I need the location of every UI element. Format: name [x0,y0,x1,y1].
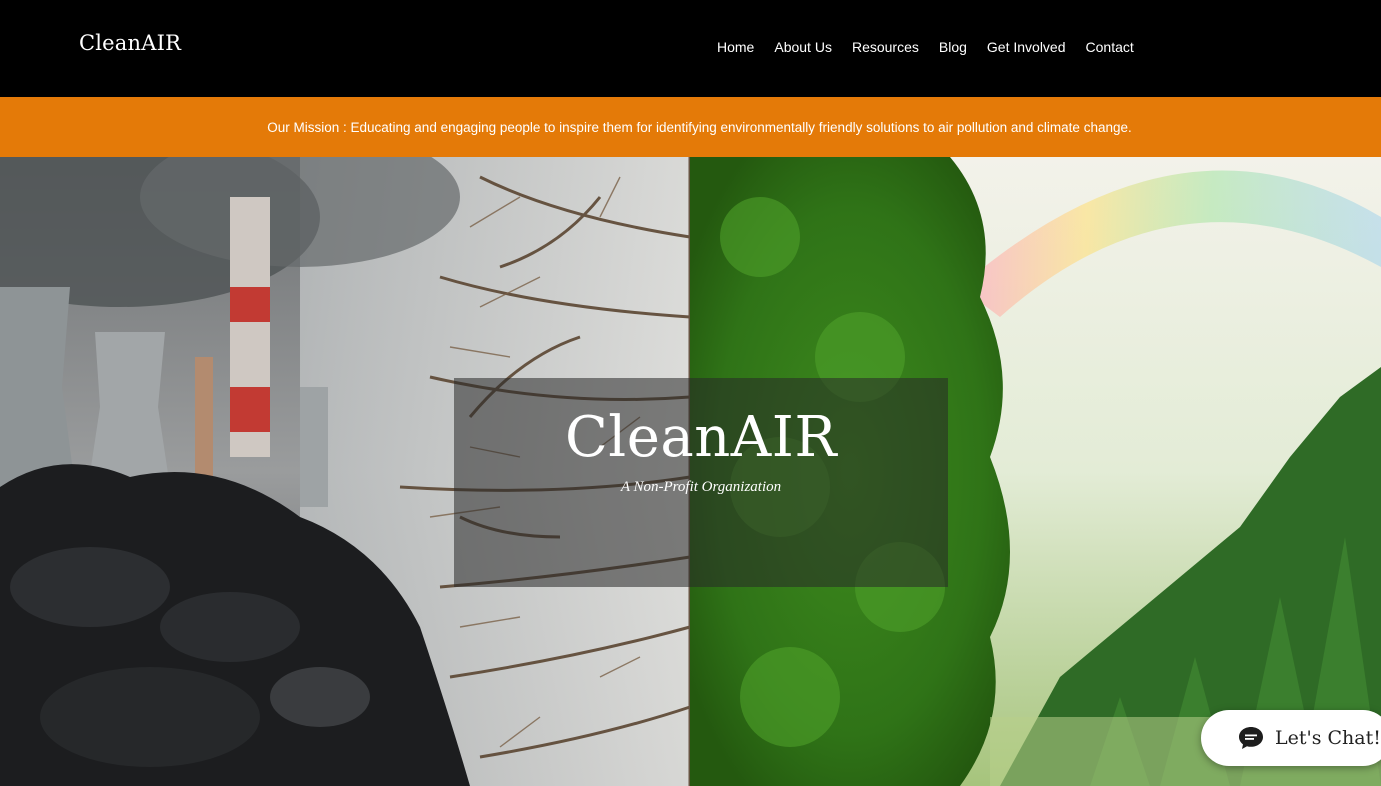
nav-resources[interactable]: Resources [842,38,929,56]
hero-subtitle: A Non-Profit Organization [620,479,782,495]
hero-title: CleanAIR [564,405,838,470]
site-header: CleanAIR Home About Us Resources Blog Ge… [0,0,1381,97]
main-nav: Home About Us Resources Blog Get Involve… [707,38,1144,56]
chat-label: Let's Chat! [1275,727,1381,749]
chat-button[interactable]: Let's Chat! [1201,710,1381,766]
hero-overlay-box: CleanAIR A Non-Profit Organization [454,378,948,587]
chat-bubble-icon [1239,727,1263,749]
nav-home[interactable]: Home [707,38,764,56]
nav-contact[interactable]: Contact [1076,38,1144,56]
nav-about-us[interactable]: About Us [764,38,842,56]
nav-get-involved[interactable]: Get Involved [977,38,1076,56]
mission-text: Our Mission : Educating and engaging peo… [267,119,1132,135]
mission-banner: Our Mission : Educating and engaging peo… [0,97,1381,157]
site-logo[interactable]: CleanAIR [79,31,181,55]
hero-section: CleanAIR A Non-Profit Organization [0,157,1381,786]
nav-blog[interactable]: Blog [929,38,977,56]
